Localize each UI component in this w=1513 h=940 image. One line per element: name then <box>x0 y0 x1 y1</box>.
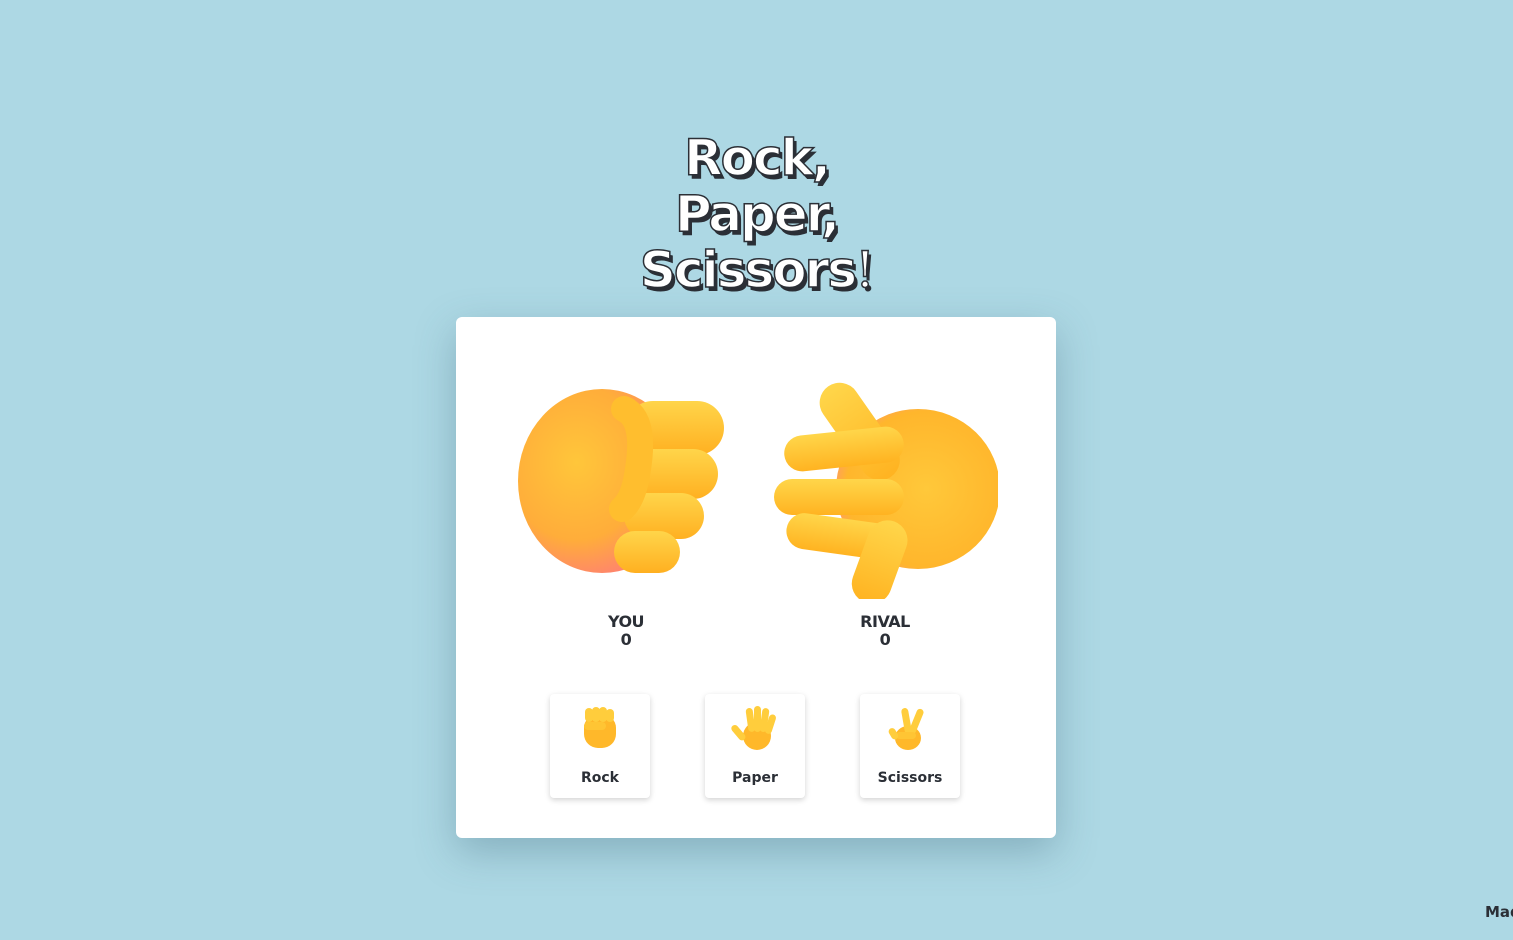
player-score: YOU 0 <box>556 613 696 649</box>
rival-score-value: 0 <box>879 630 891 649</box>
title-exclamation: ! <box>854 240 876 299</box>
page-title: Rock, Paper, Scissors! <box>0 128 1513 299</box>
player-score-value: 0 <box>620 630 632 649</box>
rival-label: RIVAL <box>860 612 910 631</box>
raised-fist-icon <box>584 707 616 748</box>
paper-button[interactable]: Paper <box>705 694 805 798</box>
raised-hand-icon <box>731 706 776 750</box>
title-line-1: Rock, <box>683 128 831 187</box>
player-label: YOU <box>607 612 645 631</box>
victory-hand-icon <box>888 708 924 750</box>
title-line-3: Scissors! <box>0 240 1513 299</box>
rock-button[interactable]: Rock <box>550 694 650 798</box>
title-line-2: Paper, <box>674 184 841 243</box>
rival-score: RIVAL 0 <box>815 613 955 649</box>
rock-hand-icon <box>518 389 724 573</box>
paper-label: Paper <box>732 770 778 786</box>
game-card: YOU 0 RIVAL 0 Rock Paper Scissors <box>456 317 1056 838</box>
scissors-label: Scissors <box>877 770 943 786</box>
footer-credit: Mad <box>1485 903 1513 921</box>
rock-label: Rock <box>580 770 619 786</box>
title-line-3-text: Scissors <box>639 240 858 299</box>
scissors-button[interactable]: Scissors <box>860 694 960 798</box>
paper-hand-icon <box>774 382 998 599</box>
